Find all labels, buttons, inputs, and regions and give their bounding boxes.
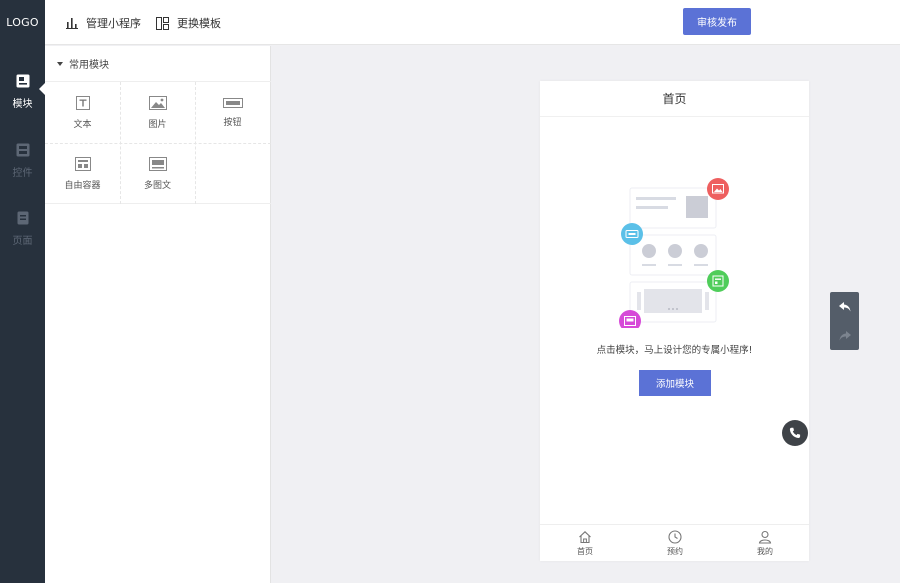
tab-mine[interactable]: 我的 [735,525,795,562]
logo: LOGO [6,16,39,29]
module-multi-image-text[interactable]: 多图文 [120,143,195,204]
page-icon [17,211,28,225]
bar-chart-icon [66,18,78,29]
empty-state-illustration [619,178,729,328]
empty-state-hint: 点击模块，马上设计您的专属小程序! [596,345,753,356]
rail-item-label: 模块 [12,99,33,110]
phone-icon [789,427,801,439]
module-image[interactable]: 图片 [120,82,195,143]
rail-item-widget[interactable]: 控件 [0,131,45,191]
call-button[interactable] [782,420,808,446]
left-rail: LOGO 模块 控件 页面 [0,0,45,583]
rail-item-label: 控件 [12,168,33,179]
clock-icon [668,530,682,544]
page-title: 首页 [540,81,809,117]
tab-label: 预约 [667,547,683,556]
multi-image-text-icon [148,156,167,171]
text-icon [75,95,90,110]
manage-miniprogram-link[interactable]: 管理小程序 [66,14,141,32]
tab-home[interactable]: 首页 [555,525,615,562]
publish-button[interactable]: 审核发布 [683,8,751,35]
module-button[interactable]: 按钮 [195,82,270,143]
tab-label: 首页 [577,547,593,556]
redo-icon [839,330,851,340]
undo-button[interactable] [830,292,859,321]
rail-item-page[interactable]: 页面 [0,199,45,259]
manage-label: 管理小程序 [86,17,141,30]
module-label: 按钮 [223,117,242,128]
user-icon [758,530,772,544]
button-icon [222,97,243,108]
module-panel: 常用模块 文本 图片 按钮 自由容器 多图文 [45,46,271,583]
redo-button[interactable] [830,321,859,350]
module-grid: 文本 图片 按钮 自由容器 多图文 [45,82,271,204]
template-label: 更换模板 [177,17,221,30]
change-template-link[interactable]: 更换模板 [156,14,221,32]
section-title: 常用模块 [69,60,109,71]
module-label: 自由容器 [64,180,101,191]
tab-booking[interactable]: 预约 [645,525,705,562]
image-icon [148,95,167,110]
module-label: 图片 [148,119,167,130]
module-container[interactable]: 自由容器 [45,143,120,204]
module-label: 多图文 [143,180,171,191]
module-icon [16,74,29,88]
undo-redo-bar [830,292,859,350]
widget-icon [16,143,29,157]
section-header[interactable]: 常用模块 [45,46,271,82]
home-icon [579,531,591,544]
module-label: 文本 [73,119,92,130]
module-text[interactable]: 文本 [45,82,120,143]
rail-item-label: 页面 [12,236,33,247]
add-module-button[interactable]: 添加模块 [639,370,711,396]
phone-preview: 首页 点击模块，马上设计您的专属小程序! 添加模块 首页 预约 我的 [540,81,809,561]
template-icon [156,16,169,30]
top-header: 管理小程序 更换模板 审核发布 [45,0,900,45]
caret-down-icon [57,61,63,66]
tab-label: 我的 [757,547,773,556]
container-icon [74,156,91,171]
tab-bar: 首页 预约 我的 [540,524,809,561]
undo-icon [838,301,850,311]
